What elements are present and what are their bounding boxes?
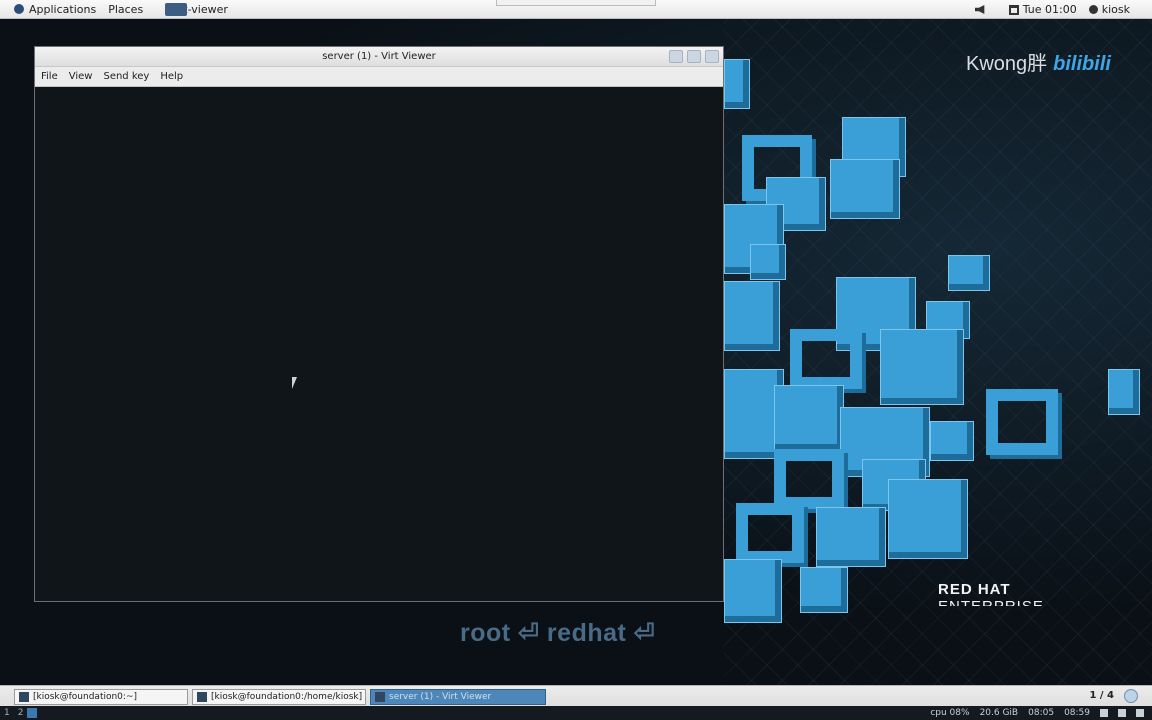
watermark-brand: bilibili <box>1053 53 1111 75</box>
applications-menu[interactable]: Applications <box>0 0 102 19</box>
cpu-usage: cpu 08% <box>930 708 970 718</box>
time-a: 08:05 <box>1028 708 1055 718</box>
wallpaper-cube <box>724 559 782 623</box>
wallpaper-cube <box>774 385 844 451</box>
workspace-active-icon <box>27 708 38 718</box>
task-label: [kiosk@foundation0:/home/kiosk] <box>211 692 363 702</box>
wallpaper-cube <box>830 159 900 219</box>
redhat-logo-icon <box>14 4 24 14</box>
wallpaper-cube <box>880 329 964 405</box>
wallpaper-cube <box>724 59 750 109</box>
notification-tab[interactable] <box>496 0 656 6</box>
window-menu[interactable]: virt-viewer <box>149 0 245 19</box>
terminal-icon <box>197 692 207 702</box>
wallpaper-cube <box>948 255 990 291</box>
task-label: server (1) - Virt Viewer <box>389 692 492 702</box>
user-menu[interactable]: kiosk <box>1083 0 1152 19</box>
task-label: [kiosk@foundation0:~] <box>33 692 137 702</box>
memory-usage: 20.6 GiB <box>979 708 1019 718</box>
places-label: Places <box>108 2 144 16</box>
bottom-panel: [kiosk@foundation0:~] [kiosk@foundation0… <box>0 685 1152 720</box>
wallpaper-cube <box>750 244 786 280</box>
wallpaper-cube <box>736 503 804 563</box>
clock[interactable]: Tue 01:00 <box>1003 0 1083 19</box>
taskbar-item-virt-viewer[interactable]: server (1) - Virt Viewer <box>370 689 546 705</box>
window-title: server (1) - Virt Viewer <box>322 51 436 62</box>
places-menu[interactable]: Places <box>102 0 149 19</box>
status-strip: 1 2 cpu 08% 20.6 GiB 08:05 08:59 <box>0 706 1152 720</box>
app-window-icon <box>165 2 188 16</box>
workspace-1[interactable]: 1 <box>0 708 14 718</box>
notification-icon[interactable] <box>1124 689 1138 703</box>
brand-line-1: RED HAT <box>938 581 1011 598</box>
wallpaper-cube <box>1108 369 1140 415</box>
top-panel: Applications Places virt-viewer Tue 01:0… <box>0 0 1152 19</box>
virt-viewer-window[interactable]: server (1) - Virt Viewer File View Send … <box>34 46 724 602</box>
wallpaper-cube <box>986 389 1058 455</box>
wallpaper-cube <box>800 567 848 613</box>
mouse-cursor-icon <box>292 377 297 389</box>
user-label: kiosk <box>1101 3 1130 16</box>
calendar-icon <box>1008 4 1019 15</box>
tray-icon[interactable] <box>1136 709 1144 717</box>
workspace-indicator[interactable]: 1 / 4 <box>1089 690 1114 701</box>
wallpaper-cube <box>724 281 780 351</box>
watermark: Kwong胖 bilibili <box>966 47 1111 76</box>
menu-file[interactable]: File <box>41 71 58 82</box>
vm-display[interactable] <box>35 87 723 601</box>
brand-line-2: ENTERPRISE <box>938 598 1044 606</box>
taskbar-item-terminal-2[interactable]: [kiosk@foundation0:/home/kiosk] <box>192 689 366 705</box>
window-titlebar[interactable]: server (1) - Virt Viewer <box>35 47 723 67</box>
volume-control[interactable] <box>969 0 1003 19</box>
wallpaper-cube <box>888 479 968 559</box>
wallpaper-cube <box>790 329 862 389</box>
menu-send-key[interactable]: Send key <box>103 71 149 82</box>
menubar: File View Send key Help <box>35 67 723 87</box>
tray-icon[interactable] <box>1100 709 1108 717</box>
time-b: 08:59 <box>1064 708 1090 718</box>
maximize-icon[interactable] <box>687 50 701 63</box>
clock-label: Tue 01:00 <box>1022 3 1077 16</box>
user-icon <box>1088 5 1098 14</box>
virt-viewer-icon <box>375 692 385 702</box>
applications-label: Applications <box>29 2 97 16</box>
terminal-icon <box>19 692 29 702</box>
watermark-name: Kwong胖 <box>966 53 1048 75</box>
menu-help[interactable]: Help <box>160 71 183 82</box>
wallpaper-cube <box>930 421 974 461</box>
taskbar-item-terminal-1[interactable]: [kiosk@foundation0:~] <box>14 689 188 705</box>
menu-view[interactable]: View <box>69 71 93 82</box>
tray-icon[interactable] <box>1118 709 1126 717</box>
wallpaper-cube <box>774 449 844 509</box>
minimize-icon[interactable] <box>669 50 683 63</box>
volume-icon <box>974 5 985 14</box>
close-icon[interactable] <box>705 50 719 63</box>
wallpaper-cube <box>816 507 886 567</box>
video-caption: root ⏎ redhat ⏎ <box>460 619 656 647</box>
workspace-2[interactable]: 2 <box>14 708 28 718</box>
